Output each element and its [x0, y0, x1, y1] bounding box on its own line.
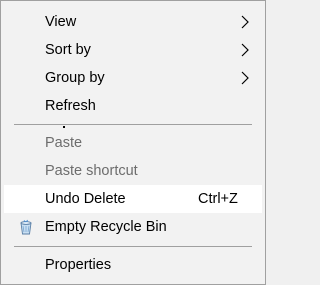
chevron-right-icon — [241, 43, 249, 57]
menu-item-undo-delete-shortcut: Ctrl+Z — [198, 191, 238, 207]
chevron-right-icon — [241, 71, 249, 85]
menu-item-refresh[interactable]: Refresh — [4, 92, 262, 120]
menu-item-group-by-label: Group by — [45, 70, 105, 86]
menu-item-group-by[interactable]: Group by — [4, 64, 262, 92]
menu-item-sort-by[interactable]: Sort by — [4, 36, 262, 64]
menu-item-refresh-label: Refresh — [45, 98, 96, 114]
menu-item-view[interactable]: View — [4, 8, 262, 36]
menu-item-view-label: View — [45, 14, 77, 30]
menu-item-undo-delete-label: Undo Delete — [45, 191, 126, 207]
menu-separator — [14, 124, 252, 125]
chevron-right-icon — [241, 15, 249, 29]
menu-item-empty-recycle-bin-label: Empty Recycle Bin — [45, 219, 167, 235]
menu-item-paste[interactable]: Paste — [4, 129, 262, 157]
recycle-bin-icon — [20, 219, 32, 235]
menu-item-empty-recycle-bin[interactable]: Empty Recycle Bin — [4, 213, 262, 241]
menu-item-undo-delete[interactable]: Undo Delete Ctrl+Z — [4, 185, 262, 213]
menu-item-properties[interactable]: Properties — [4, 251, 262, 279]
context-menu: View Sort by Group by Refresh Paste Past… — [0, 0, 266, 285]
menu-item-properties-label: Properties — [45, 257, 112, 273]
menu-separator — [14, 246, 252, 247]
menu-item-paste-shortcut-label: Paste shortcut — [45, 163, 138, 179]
menu-item-paste-label: Paste — [45, 135, 83, 151]
cursor-dot — [63, 126, 65, 128]
menu-item-paste-shortcut[interactable]: Paste shortcut — [4, 157, 262, 185]
menu-item-sort-by-label: Sort by — [45, 42, 91, 58]
